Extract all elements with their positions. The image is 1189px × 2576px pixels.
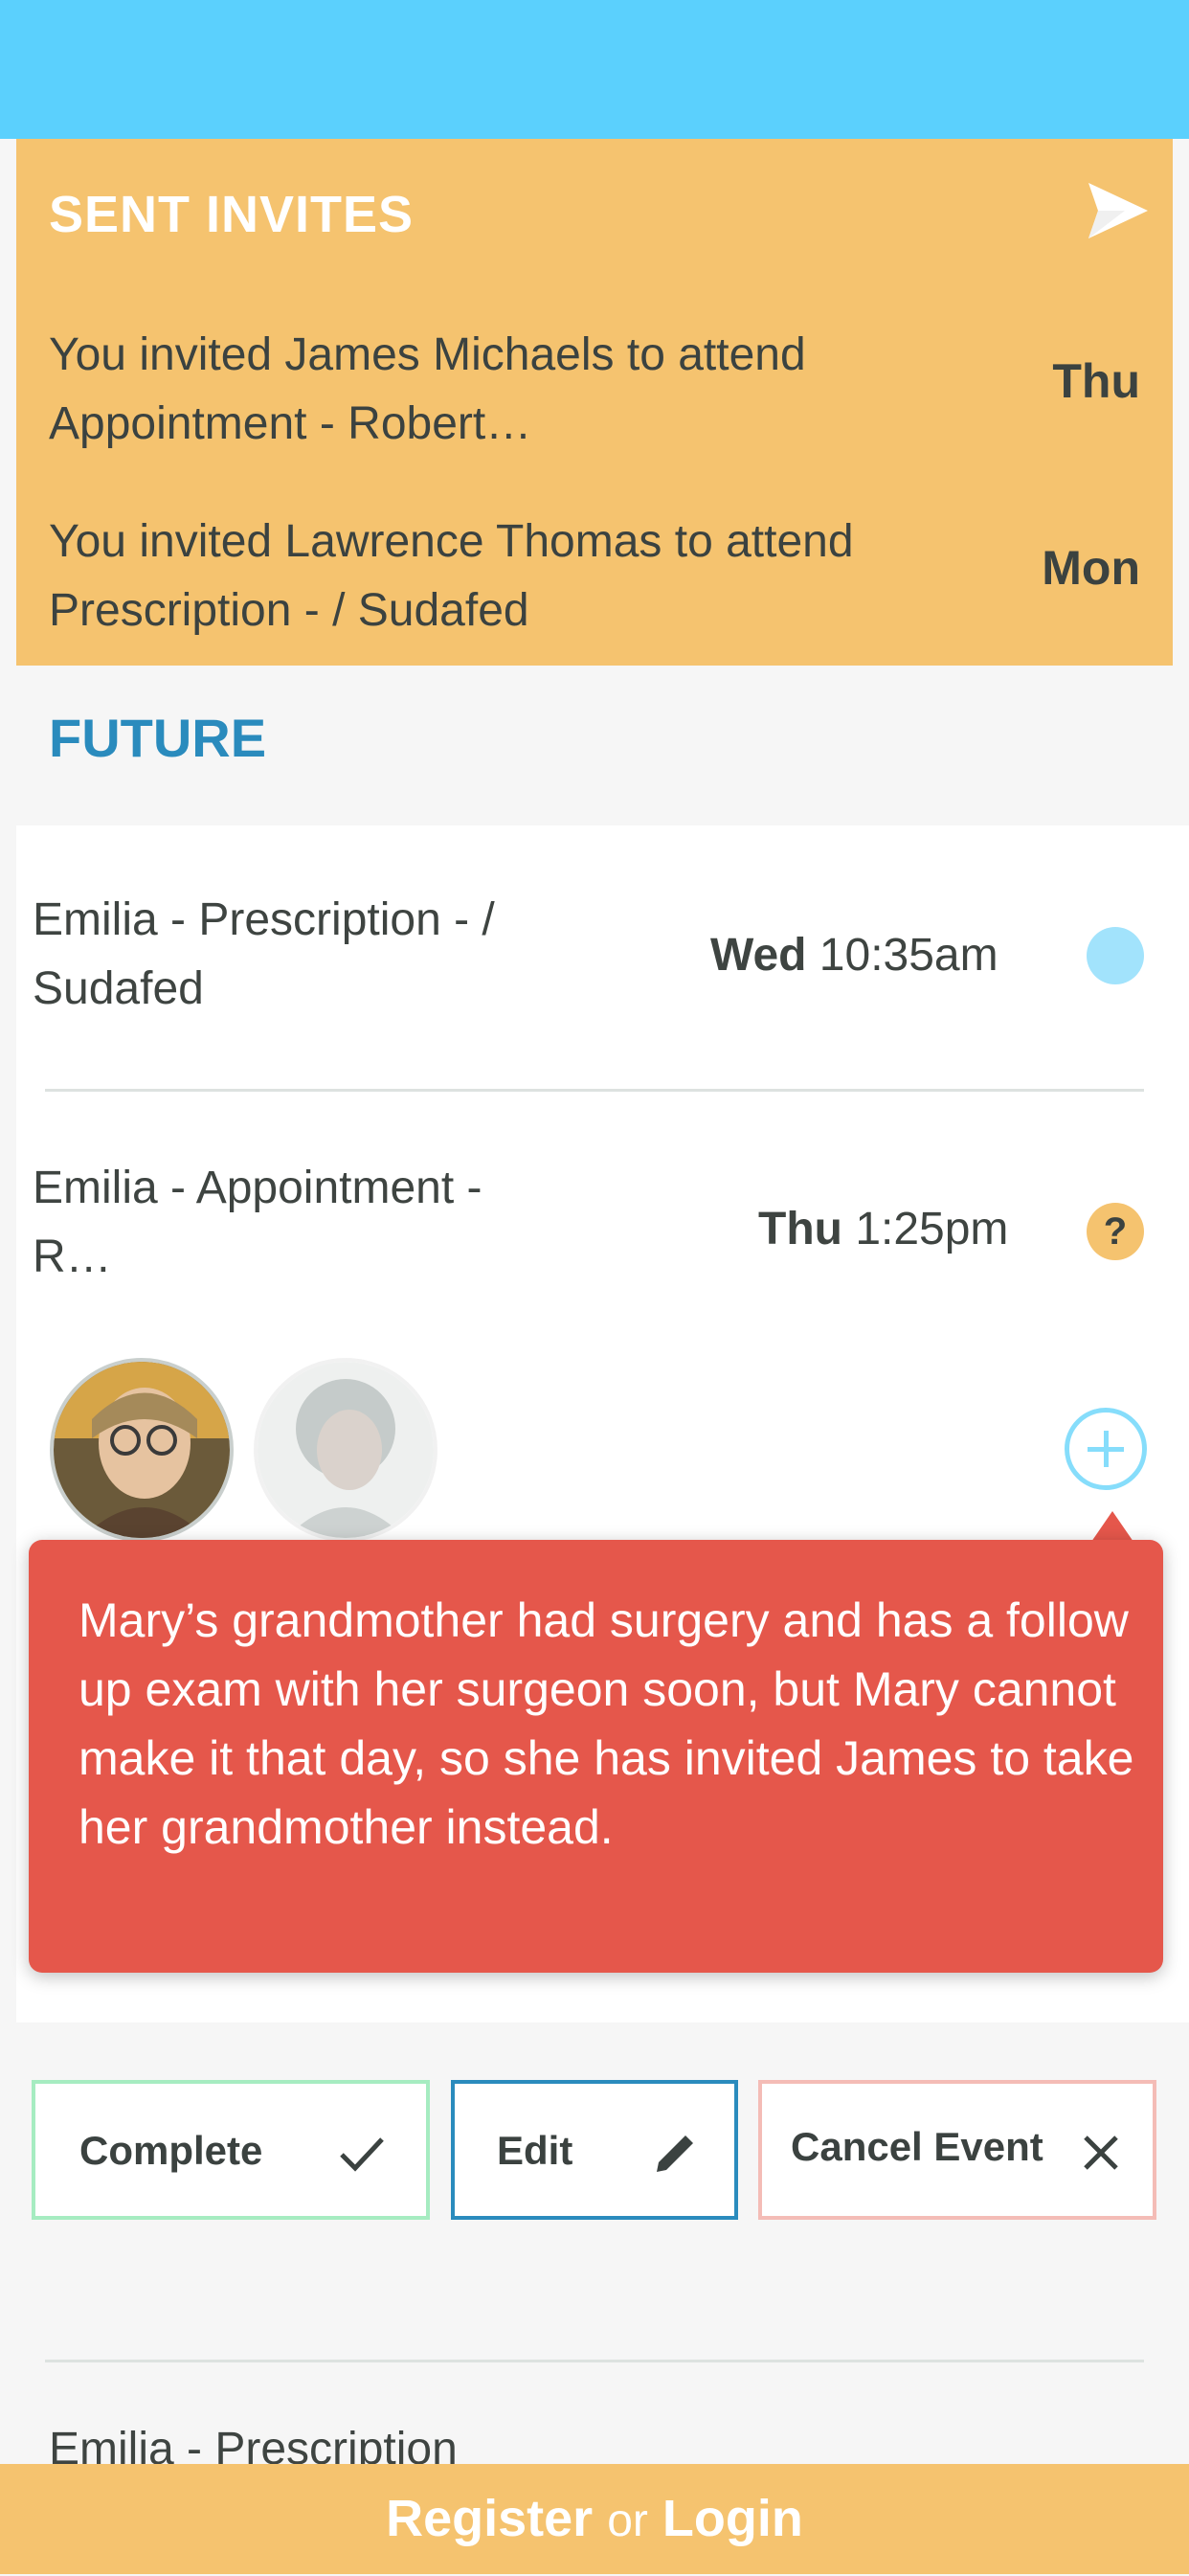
paper-plane-icon[interactable] <box>1087 179 1150 242</box>
invite-day: Mon <box>1042 541 1140 595</box>
event-clock: 1:25pm <box>855 1204 1009 1254</box>
tooltip-arrow <box>1091 1511 1133 1542</box>
register-link[interactable]: Register <box>386 2490 593 2547</box>
sent-invites-title: SENT INVITES <box>49 186 415 243</box>
event-time: Thu 1:25pm <box>758 1203 1008 1255</box>
check-icon <box>340 2137 384 2172</box>
edit-label: Edit <box>497 2128 573 2173</box>
cancel-event-button[interactable]: Cancel Event <box>758 2080 1156 2220</box>
invite-item[interactable]: You invited James Michaels to attend App… <box>49 321 1140 455</box>
tooltip-text: Mary’s grandmother had surgery and has a… <box>79 1593 1134 1854</box>
pencil-icon <box>657 2135 693 2172</box>
future-section-label: FUTURE <box>49 708 267 768</box>
login-link[interactable]: Login <box>662 2490 803 2547</box>
event-day: Wed <box>710 930 807 981</box>
edit-button[interactable]: Edit <box>451 2080 738 2220</box>
sent-invites-card: SENT INVITES You invited James Michaels … <box>16 139 1173 666</box>
complete-label: Complete <box>79 2128 263 2173</box>
status-dot <box>1087 927 1144 984</box>
plus-circle-icon[interactable] <box>1065 1408 1147 1490</box>
close-icon <box>1084 2135 1118 2170</box>
complete-button[interactable]: Complete <box>32 2080 430 2220</box>
event-clock: 10:35am <box>819 930 998 981</box>
avatar[interactable] <box>50 1358 234 1542</box>
event-title: Emilia - Prescription - / Sudafed <box>33 894 495 1014</box>
invite-text: You invited Lawrence Thomas to attend Pr… <box>49 516 854 636</box>
event-title: Emilia - Appointment - R… <box>33 1163 482 1282</box>
cancel-label: Cancel Event <box>791 2124 1043 2169</box>
status-question-icon: ? <box>1087 1203 1144 1260</box>
divider <box>45 1089 1144 1092</box>
tooltip: Mary’s grandmother had surgery and has a… <box>29 1540 1163 1973</box>
invite-text: You invited James Michaels to attend App… <box>49 329 806 449</box>
event-day: Thu <box>758 1204 842 1254</box>
invite-day: Thu <box>1052 354 1140 408</box>
event-time: Wed 10:35am <box>710 929 998 982</box>
avatar[interactable] <box>254 1358 437 1542</box>
top-status-bar <box>0 0 1189 139</box>
or-text: or <box>607 2496 648 2546</box>
auth-footer: Register or Login <box>0 2464 1189 2574</box>
divider <box>45 2360 1144 2362</box>
invite-item[interactable]: You invited Lawrence Thomas to attend Pr… <box>49 508 1140 642</box>
